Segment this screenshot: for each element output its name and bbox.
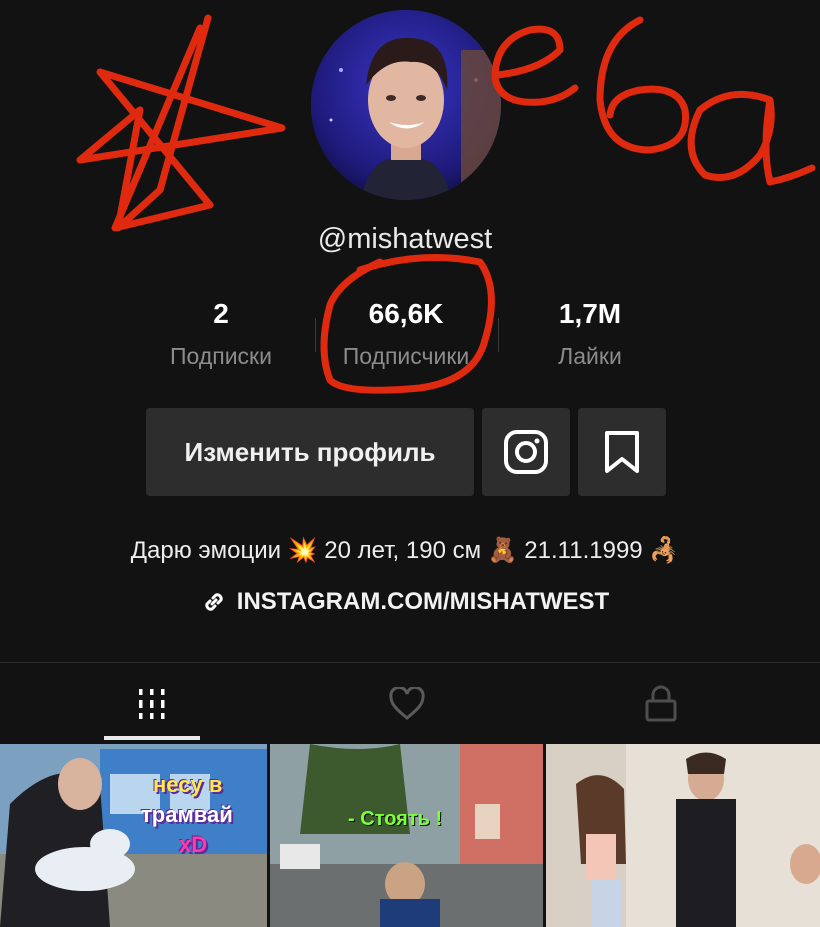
video-preview-image	[546, 744, 820, 927]
bio-link[interactable]: INSTAGRAM.COM/MISHATWEST	[0, 588, 810, 616]
bookmark-icon	[605, 431, 639, 473]
bookmark-button[interactable]	[578, 408, 666, 496]
star-scribble	[76, 14, 286, 232]
tab-liked[interactable]	[270, 672, 543, 736]
video-caption: - Стоять !	[348, 808, 443, 830]
caption-line: несу в	[153, 772, 223, 797]
video-thumbnail[interactable]	[546, 744, 820, 927]
username: @mishatwest	[317, 223, 493, 255]
video-thumbnail[interactable]: - Стоять !	[270, 744, 543, 927]
stat-divider	[498, 318, 499, 352]
link-icon	[205, 593, 223, 611]
bio-link-text: INSTAGRAM.COM/MISHATWEST	[236, 588, 610, 615]
video-thumbnail[interactable]: несу в трамвай xD	[0, 744, 267, 927]
edit-profile-button[interactable]: Изменить профиль	[146, 408, 474, 496]
letter-a-scribble	[687, 90, 816, 186]
active-tab-indicator	[104, 736, 200, 740]
lock-icon	[645, 685, 676, 722]
instagram-icon	[504, 430, 548, 474]
user-avatar-icon	[311, 10, 501, 200]
bio-text: Дарю эмоции 💥 20 лет, 190 см 🧸 21.11.199…	[130, 537, 680, 564]
following-count: 2	[213, 298, 229, 329]
likes-count: 1,7M	[558, 298, 622, 329]
stat-likes[interactable]: 1,7M Лайки	[510, 295, 670, 370]
letter-e-scribble	[491, 25, 579, 106]
followers-label: Подписчики	[342, 343, 470, 369]
tabs-divider	[0, 662, 820, 663]
video-preview-image	[270, 744, 543, 927]
likes-label: Лайки	[558, 343, 622, 369]
caption-line: xD	[179, 832, 208, 857]
stat-followers[interactable]: 66,6K Подписчики	[326, 295, 486, 370]
followers-count: 66,6K	[368, 298, 444, 329]
following-label: Подписки	[170, 343, 272, 369]
profile-avatar[interactable]	[311, 10, 501, 200]
video-caption: несу в трамвай xD	[141, 770, 233, 860]
tab-videos[interactable]	[15, 672, 288, 736]
instagram-button[interactable]	[482, 408, 570, 496]
caption-line: трамвай	[141, 802, 233, 827]
stat-divider	[315, 318, 316, 352]
letter-b-scribble	[596, 16, 690, 154]
heart-icon	[388, 687, 425, 720]
tab-private[interactable]	[524, 672, 797, 736]
grid-icon	[138, 689, 164, 719]
stat-following[interactable]: 2 Подписки	[141, 295, 301, 370]
